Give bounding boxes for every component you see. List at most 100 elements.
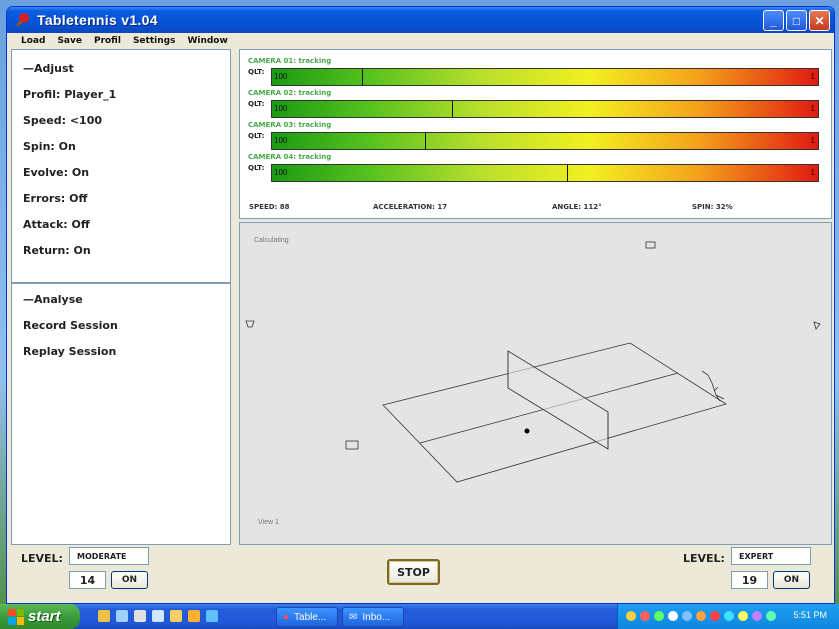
speed-stat: SPEED: 88 — [249, 203, 290, 211]
camera-panel: CAMERA 01: tracking QLT: 100 1 CAMERA 02… — [239, 49, 832, 219]
tray-icon[interactable] — [640, 611, 650, 621]
task-label: Inbo... — [362, 611, 391, 623]
maximize-button[interactable]: □ — [786, 10, 807, 31]
tray-icon[interactable] — [738, 611, 748, 621]
analyse-header[interactable]: —Analyse — [23, 293, 83, 306]
camera-03-quality-marker — [424, 133, 426, 149]
camera-04-label: CAMERA 04: tracking — [248, 153, 332, 161]
table-net — [507, 350, 609, 450]
bar-min-value: 1 — [810, 136, 815, 145]
bar-max-value: 100 — [274, 168, 288, 177]
window-title: Tabletennis v1.04 — [37, 12, 158, 28]
quicklaunch-browser-icon[interactable] — [206, 610, 218, 622]
right-level-field[interactable]: EXPERT — [731, 547, 811, 565]
camera-04-quality-marker — [566, 165, 568, 181]
left-level-field[interactable]: MODERATE — [69, 547, 149, 565]
quicklaunch-media-icon[interactable] — [188, 610, 200, 622]
camera-3d-marker-top — [645, 241, 656, 249]
analyse-panel: —Analyse Record Session Replay Session — [11, 283, 231, 545]
maximize-icon: □ — [792, 13, 801, 28]
tray-icon[interactable] — [654, 611, 664, 621]
close-button[interactable]: ✕ — [809, 10, 830, 31]
option-return[interactable]: Return: On — [23, 244, 91, 257]
menu-save[interactable]: Save — [57, 36, 82, 46]
camera-03-quality-bar: 100 1 — [271, 132, 819, 150]
quicklaunch-app-icon[interactable] — [134, 610, 146, 622]
menu-bar: Load Save Profil Settings Window — [7, 33, 834, 49]
title-bar[interactable]: Tabletennis v1.04 _ □ ✕ — [7, 7, 834, 33]
menu-load[interactable]: Load — [21, 36, 45, 46]
camera-01-quality-marker — [362, 69, 364, 85]
tray-icon[interactable] — [696, 611, 706, 621]
camera-01-quality-bar: 100 1 — [271, 68, 819, 86]
task-tabletennis[interactable]: ● Table... — [276, 607, 338, 627]
record-session-item[interactable]: Record Session — [23, 319, 118, 332]
option-speed[interactable]: Speed: <100 — [23, 114, 102, 127]
camera-01-label: CAMERA 01: tracking — [248, 57, 332, 65]
bar-max-value: 100 — [274, 136, 288, 145]
paddle-icon: ● — [283, 611, 290, 623]
option-evolve[interactable]: Evolve: On — [23, 166, 89, 179]
app-window: Tabletennis v1.04 _ □ ✕ Load Save Profil… — [6, 6, 835, 604]
task-inbox[interactable]: ✉ Inbo... — [342, 607, 404, 627]
option-attack[interactable]: Attack: Off — [23, 218, 90, 231]
adjust-header[interactable]: —Adjust — [23, 62, 74, 75]
paddle-icon — [13, 11, 31, 29]
right-level-label: LEVEL: — [683, 552, 725, 565]
tray-icon[interactable] — [710, 611, 720, 621]
view-name-label: View 1 — [258, 519, 279, 526]
camera-01-qlt-label: QLT: — [248, 68, 265, 76]
camera-02-quality-bar: 100 1 — [271, 100, 819, 118]
start-label: start — [28, 608, 61, 625]
close-icon: ✕ — [814, 13, 825, 28]
bar-max-value: 100 — [274, 104, 288, 113]
camera-3d-marker-left — [345, 440, 359, 450]
start-button[interactable]: start — [0, 604, 80, 629]
menu-window[interactable]: Window — [187, 36, 227, 46]
bar-max-value: 100 — [274, 72, 288, 81]
quicklaunch-doc-icon[interactable] — [152, 610, 164, 622]
camera-04-quality-bar: 100 1 — [271, 164, 819, 182]
camera-03-qlt-label: QLT: — [248, 132, 265, 140]
adjust-panel: —Adjust Profil: Player_1 Speed: <100 Spi… — [11, 49, 231, 283]
quicklaunch-folder-icon[interactable] — [170, 610, 182, 622]
taskbar: start ● Table... ✉ Inbo... 5:51 PM — [0, 604, 839, 629]
menu-profil[interactable]: Profil — [94, 36, 121, 46]
table-wireframe — [245, 241, 821, 483]
camera-02-quality-marker — [452, 101, 454, 117]
tray-icon[interactable] — [668, 611, 678, 621]
camera-02-label: CAMERA 02: tracking — [248, 89, 332, 97]
minimize-button[interactable]: _ — [763, 10, 784, 31]
camera-04-qlt-label: QLT: — [248, 164, 265, 172]
tray-icon[interactable] — [724, 611, 734, 621]
angle-stat: ANGLE: 112° — [552, 203, 602, 211]
stop-button[interactable]: STOP — [387, 559, 440, 585]
camera-3d-marker-east — [813, 321, 821, 330]
left-on-button[interactable]: ON — [111, 571, 148, 589]
option-errors[interactable]: Errors: Off — [23, 192, 87, 205]
menu-settings[interactable]: Settings — [133, 36, 175, 46]
camera-02-qlt-label: QLT: — [248, 100, 265, 108]
left-level-label: LEVEL: — [21, 552, 63, 565]
bar-min-value: 1 — [810, 168, 815, 177]
player-figure — [701, 370, 725, 402]
tray-icon[interactable] — [626, 611, 636, 621]
camera-03-label: CAMERA 03: tracking — [248, 121, 332, 129]
quicklaunch-desktop-icon[interactable] — [98, 610, 110, 622]
camera-3d-marker-west — [245, 320, 255, 328]
left-level-number[interactable]: 14 — [69, 571, 106, 589]
replay-session-item[interactable]: Replay Session — [23, 345, 116, 358]
spin-stat: SPIN: 32% — [692, 203, 733, 211]
clock[interactable]: 5:51 PM — [793, 610, 827, 620]
tray-icon[interactable] — [752, 611, 762, 621]
right-on-button[interactable]: ON — [773, 571, 810, 589]
option-profil[interactable]: Profil: Player_1 — [23, 88, 116, 101]
option-spin[interactable]: Spin: On — [23, 140, 76, 153]
quicklaunch-ie-icon[interactable] — [116, 610, 128, 622]
right-level-number[interactable]: 19 — [731, 571, 768, 589]
tray-icon[interactable] — [766, 611, 776, 621]
3d-view-panel[interactable]: Calculating View 1 — [239, 222, 832, 545]
tray-icon[interactable] — [682, 611, 692, 621]
bar-min-value: 1 — [810, 104, 815, 113]
windows-logo-icon — [8, 608, 24, 625]
